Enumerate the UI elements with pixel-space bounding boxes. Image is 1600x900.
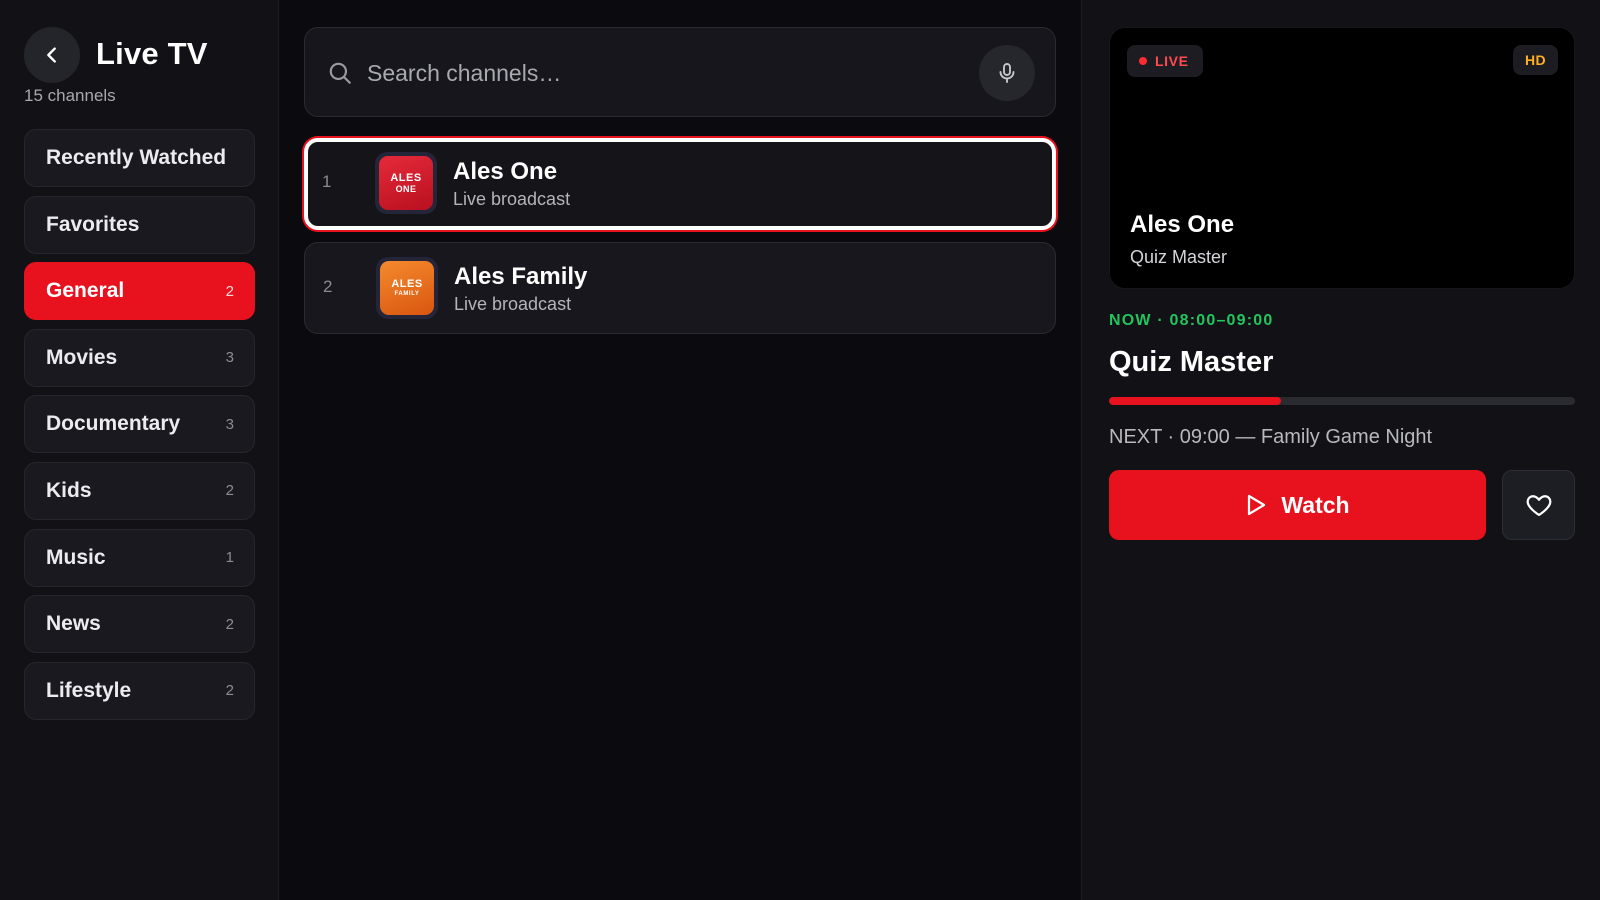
- page-title: Live TV: [96, 36, 208, 71]
- channel-row-ales-family[interactable]: 2 ALES FAMILY Ales Family Live broadcast: [304, 242, 1056, 334]
- channel-logo: ALES FAMILY: [376, 257, 438, 319]
- channel-subtitle: Live broadcast: [453, 189, 571, 209]
- back-button[interactable]: [24, 27, 80, 83]
- category-movies[interactable]: Movies 3: [24, 328, 255, 387]
- category-label: Favorites: [46, 212, 140, 236]
- channel-list-panel: 1 ALES ONE Ales One Live broadcast 2 ALE…: [280, 0, 1081, 900]
- search-bar: [304, 27, 1056, 117]
- category-label: Recently Watched: [46, 146, 227, 169]
- category-count: 3: [225, 349, 234, 367]
- category-label: Lifestyle: [46, 678, 132, 702]
- live-label: LIVE: [1155, 53, 1189, 69]
- category-count: 2: [225, 682, 234, 700]
- live-dot-icon: [1139, 57, 1147, 65]
- video-preview[interactable]: LIVE HD Ales One Quiz Master: [1109, 27, 1575, 289]
- category-documentary[interactable]: Documentary 3: [24, 395, 255, 454]
- watch-button[interactable]: Watch: [1109, 470, 1486, 540]
- favorite-button[interactable]: [1502, 470, 1575, 540]
- channel-subtitle: Live broadcast: [454, 294, 572, 314]
- category-count: 2: [225, 482, 234, 500]
- channel-number: 2: [323, 277, 333, 296]
- watch-label: Watch: [1281, 491, 1350, 518]
- heart-icon: [1526, 495, 1551, 517]
- category-favorites[interactable]: Favorites: [24, 195, 255, 254]
- live-badge: LIVE: [1127, 45, 1203, 77]
- logo-line1: ALES: [390, 171, 422, 184]
- category-news[interactable]: News 2: [24, 595, 255, 654]
- program-title: Quiz Master: [1109, 346, 1274, 378]
- program-progress-bar: [1109, 397, 1575, 405]
- program-progress-fill: [1109, 397, 1282, 405]
- logo-line2: FAMILY: [394, 290, 420, 297]
- channel-logo: ALES ONE: [375, 152, 437, 214]
- category-music[interactable]: Music 1: [24, 528, 255, 587]
- category-list: Recently Watched Favorites General 2 Mov…: [24, 129, 255, 728]
- next-program: NEXT · 09:00 — Family Game Night: [1109, 426, 1433, 448]
- channel-count: 15 channels: [24, 86, 116, 105]
- search-input[interactable]: [367, 52, 947, 94]
- category-count: 1: [225, 549, 234, 567]
- voice-search-button[interactable]: [979, 45, 1035, 101]
- channel-row-ales-one[interactable]: 1 ALES ONE Ales One Live broadcast: [304, 138, 1056, 230]
- category-count: 2: [225, 282, 234, 300]
- microphone-icon: [999, 63, 1015, 83]
- chevron-left-icon: [47, 47, 56, 63]
- preview-program-name: Quiz Master: [1130, 247, 1228, 267]
- category-sidebar: Live TV 15 channels Recently Watched Fav…: [0, 0, 279, 900]
- channel-name: Ales Family: [454, 263, 588, 290]
- category-label: Movies: [46, 345, 118, 369]
- quality-badge: HD: [1512, 45, 1558, 75]
- category-label: News: [46, 612, 101, 636]
- category-count: 2: [225, 615, 234, 633]
- category-label: Kids: [46, 478, 92, 502]
- category-lifestyle[interactable]: Lifestyle 2: [24, 661, 255, 720]
- category-label: Music: [46, 545, 106, 569]
- channel-name: Ales One: [453, 158, 558, 185]
- category-count: 3: [225, 415, 234, 433]
- category-general[interactable]: General 2: [24, 262, 255, 321]
- logo-line2: ONE: [395, 184, 417, 195]
- preview-channel-name: Ales One: [1130, 211, 1235, 238]
- play-icon: [1248, 494, 1266, 516]
- now-time-slot: NOW · 08:00–09:00: [1109, 312, 1274, 329]
- category-label: Documentary: [46, 412, 181, 436]
- logo-line1: ALES: [391, 278, 423, 291]
- category-recently-watched[interactable]: Recently Watched: [24, 129, 255, 187]
- category-label: General: [46, 279, 125, 303]
- preview-panel: LIVE HD Ales One Quiz Master NOW · 08:00…: [1081, 0, 1600, 900]
- search-icon: [329, 62, 351, 84]
- category-kids[interactable]: Kids 2: [24, 461, 255, 520]
- channel-number: 1: [322, 172, 332, 191]
